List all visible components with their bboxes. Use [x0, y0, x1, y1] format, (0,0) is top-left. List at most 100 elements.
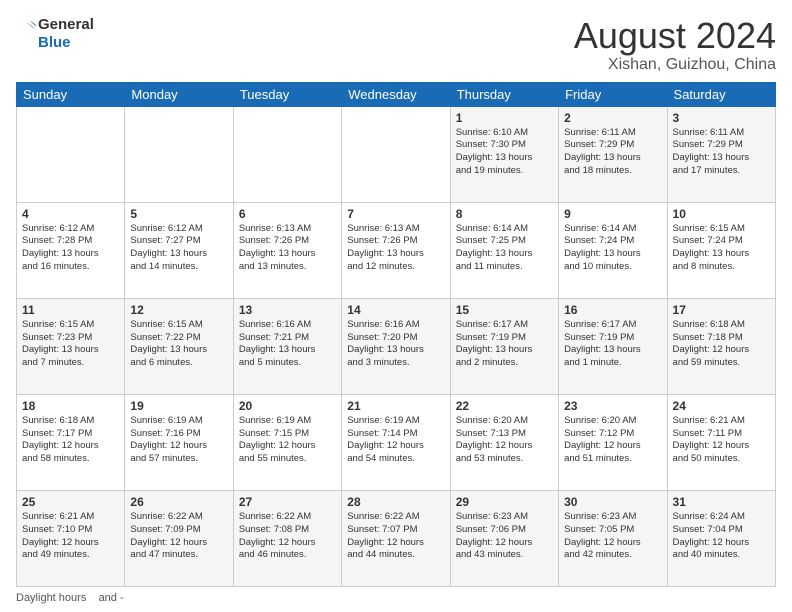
calendar-cell-w3-d2: 20 Sunrise: 6:19 AMSunset: 7:15 PMDayligh… [233, 394, 341, 490]
logo-bird-icon [16, 20, 36, 48]
day-number: 15 [456, 303, 553, 317]
day-info: Sunrise: 6:20 AMSunset: 7:12 PMDaylight:… [564, 415, 661, 466]
header-friday: Friday [559, 82, 667, 106]
logo-general: General [38, 16, 94, 34]
day-number: 12 [130, 303, 227, 317]
calendar-cell-w1-d1: 5Sunrise: 6:12 AMSunset: 7:27 PMDaylight… [125, 202, 233, 298]
calendar-cell-w4-d6: 31 Sunrise: 6:24 AMSunset: 7:04 PMDayligh… [667, 490, 775, 586]
calendar-cell-w4-d2: 27 Sunrise: 6:22 AMSunset: 7:08 PMDayligh… [233, 490, 341, 586]
calendar-cell-w0-d2 [233, 106, 341, 202]
page-title: August 2024 [574, 16, 776, 56]
calendar-cell-w2-d2: 13Sunrise: 6:16 AMSunset: 7:21 PMDayligh… [233, 298, 341, 394]
day-info: Sunrise: 6:23 AMSunset: 7:05 PMDaylight:… [564, 511, 661, 562]
day-info: Sunrise: 6:15 AMSunset: 7:23 PMDaylight:… [22, 319, 119, 370]
day-number: 30 [564, 495, 661, 509]
day-info: Sunrise: 6:19 AMSunset: 7:15 PMDaylight:… [239, 415, 336, 466]
day-info: Sunrise: 6:11 AMSunset: 7:29 PMDaylight:… [564, 127, 661, 178]
calendar-cell-w2-d4: 15 Sunrise: 6:17 AMSunset: 7:19 PMDayligh… [450, 298, 558, 394]
calendar-header-row: Sunday Monday Tuesday Wednesday Thursday… [17, 82, 776, 106]
day-number: 21 [347, 399, 444, 413]
logo-wordmark: General Blue [16, 16, 94, 52]
day-info: Sunrise: 6:15 AMSunset: 7:24 PMDaylight:… [673, 223, 770, 274]
day-number: 16 [564, 303, 661, 317]
calendar-cell-w2-d6: 17 Sunrise: 6:18 AMSunset: 7:18 PMDayligh… [667, 298, 775, 394]
week-row-0: 1Sunrise: 6:10 AMSunset: 7:30 PMDaylight… [17, 106, 776, 202]
calendar-cell-w0-d5: 2 Sunrise: 6:11 AMSunset: 7:29 PMDaylight… [559, 106, 667, 202]
day-info: Sunrise: 6:11 AMSunset: 7:29 PMDaylight:… [673, 127, 770, 178]
day-info: Sunrise: 6:24 AMSunset: 7:04 PMDaylight:… [673, 511, 770, 562]
calendar-cell-w1-d4: 8 Sunrise: 6:14 AMSunset: 7:25 PMDaylight… [450, 202, 558, 298]
page: General Blue August 2024 Xishan, Guizhou… [0, 0, 792, 612]
day-number: 18 [22, 399, 119, 413]
day-info: Sunrise: 6:22 AMSunset: 7:09 PMDaylight:… [130, 511, 227, 562]
calendar-cell-w4-d5: 30 Sunrise: 6:23 AMSunset: 7:05 PMDayligh… [559, 490, 667, 586]
day-number: 8 [456, 207, 553, 221]
header-wednesday: Wednesday [342, 82, 450, 106]
day-info: Sunrise: 6:17 AMSunset: 7:19 PMDaylight:… [564, 319, 661, 370]
day-info: Sunrise: 6:21 AMSunset: 7:11 PMDaylight:… [673, 415, 770, 466]
day-number: 17 [673, 303, 770, 317]
header-thursday: Thursday [450, 82, 558, 106]
calendar-cell-w4-d1: 26 Sunrise: 6:22 AMSunset: 7:09 PMDayligh… [125, 490, 233, 586]
calendar-cell-w2-d1: 12Sunrise: 6:15 AMSunset: 7:22 PMDayligh… [125, 298, 233, 394]
calendar-cell-w0-d0 [17, 106, 125, 202]
header-monday: Monday [125, 82, 233, 106]
day-number: 29 [456, 495, 553, 509]
day-info: Sunrise: 6:19 AMSunset: 7:14 PMDaylight:… [347, 415, 444, 466]
day-number: 23 [564, 399, 661, 413]
day-info: Sunrise: 6:16 AMSunset: 7:20 PMDaylight:… [347, 319, 444, 370]
week-row-1: 4 Sunrise: 6:12 AMSunset: 7:28 PMDaylight… [17, 202, 776, 298]
header-tuesday: Tuesday [233, 82, 341, 106]
day-info: Sunrise: 6:14 AMSunset: 7:25 PMDaylight:… [456, 223, 553, 274]
day-info: Sunrise: 6:13 AMSunset: 7:26 PMDaylight:… [239, 223, 336, 274]
calendar-cell-w4-d0: 25Sunrise: 6:21 AMSunset: 7:10 PMDayligh… [17, 490, 125, 586]
footer: Daylight hours and - [16, 592, 776, 604]
day-info: Sunrise: 6:16 AMSunset: 7:21 PMDaylight:… [239, 319, 336, 370]
day-number: 31 [673, 495, 770, 509]
day-info: Sunrise: 6:22 AMSunset: 7:08 PMDaylight:… [239, 511, 336, 562]
day-number: 11 [22, 303, 119, 317]
day-info: Sunrise: 6:13 AMSunset: 7:26 PMDaylight:… [347, 223, 444, 274]
header-saturday: Saturday [667, 82, 775, 106]
day-info: Sunrise: 6:17 AMSunset: 7:19 PMDaylight:… [456, 319, 553, 370]
calendar-cell-w1-d3: 7 Sunrise: 6:13 AMSunset: 7:26 PMDaylight… [342, 202, 450, 298]
day-number: 22 [456, 399, 553, 413]
day-number: 9 [564, 207, 661, 221]
calendar-cell-w0-d3 [342, 106, 450, 202]
calendar-cell-w0-d4: 1Sunrise: 6:10 AMSunset: 7:30 PMDaylight… [450, 106, 558, 202]
day-number: 4 [22, 207, 119, 221]
day-number: 14 [347, 303, 444, 317]
day-number: 6 [239, 207, 336, 221]
day-number: 1 [456, 111, 553, 125]
day-info: Sunrise: 6:18 AMSunset: 7:17 PMDaylight:… [22, 415, 119, 466]
week-row-3: 18 Sunrise: 6:18 AMSunset: 7:17 PMDayligh… [17, 394, 776, 490]
day-number: 10 [673, 207, 770, 221]
day-number: 7 [347, 207, 444, 221]
day-number: 26 [130, 495, 227, 509]
day-info: Sunrise: 6:23 AMSunset: 7:06 PMDaylight:… [456, 511, 553, 562]
calendar-cell-w0-d6: 3 Sunrise: 6:11 AMSunset: 7:29 PMDaylight… [667, 106, 775, 202]
calendar-table: Sunday Monday Tuesday Wednesday Thursday… [16, 82, 776, 587]
day-number: 20 [239, 399, 336, 413]
daylight-label: Daylight hours [16, 592, 86, 604]
day-number: 3 [673, 111, 770, 125]
calendar-cell-w0-d1 [125, 106, 233, 202]
logo: General Blue [16, 16, 94, 52]
day-number: 28 [347, 495, 444, 509]
calendar-cell-w3-d5: 23 Sunrise: 6:20 AMSunset: 7:12 PMDayligh… [559, 394, 667, 490]
header-sunday: Sunday [17, 82, 125, 106]
day-number: 19 [130, 399, 227, 413]
day-info: Sunrise: 6:22 AMSunset: 7:07 PMDaylight:… [347, 511, 444, 562]
calendar-cell-w3-d3: 21 Sunrise: 6:19 AMSunset: 7:14 PMDayligh… [342, 394, 450, 490]
week-row-4: 25Sunrise: 6:21 AMSunset: 7:10 PMDayligh… [17, 490, 776, 586]
calendar-cell-w1-d5: 9Sunrise: 6:14 AMSunset: 7:24 PMDaylight… [559, 202, 667, 298]
day-info: Sunrise: 6:12 AMSunset: 7:28 PMDaylight:… [22, 223, 119, 274]
calendar-cell-w3-d4: 22Sunrise: 6:20 AMSunset: 7:13 PMDayligh… [450, 394, 558, 490]
week-row-2: 11 Sunrise: 6:15 AMSunset: 7:23 PMDayligh… [17, 298, 776, 394]
day-number: 2 [564, 111, 661, 125]
day-info: Sunrise: 6:12 AMSunset: 7:27 PMDaylight:… [130, 223, 227, 274]
day-info: Sunrise: 6:18 AMSunset: 7:18 PMDaylight:… [673, 319, 770, 370]
day-info: Sunrise: 6:19 AMSunset: 7:16 PMDaylight:… [130, 415, 227, 466]
day-number: 27 [239, 495, 336, 509]
page-subtitle: Xishan, Guizhou, China [574, 56, 776, 74]
